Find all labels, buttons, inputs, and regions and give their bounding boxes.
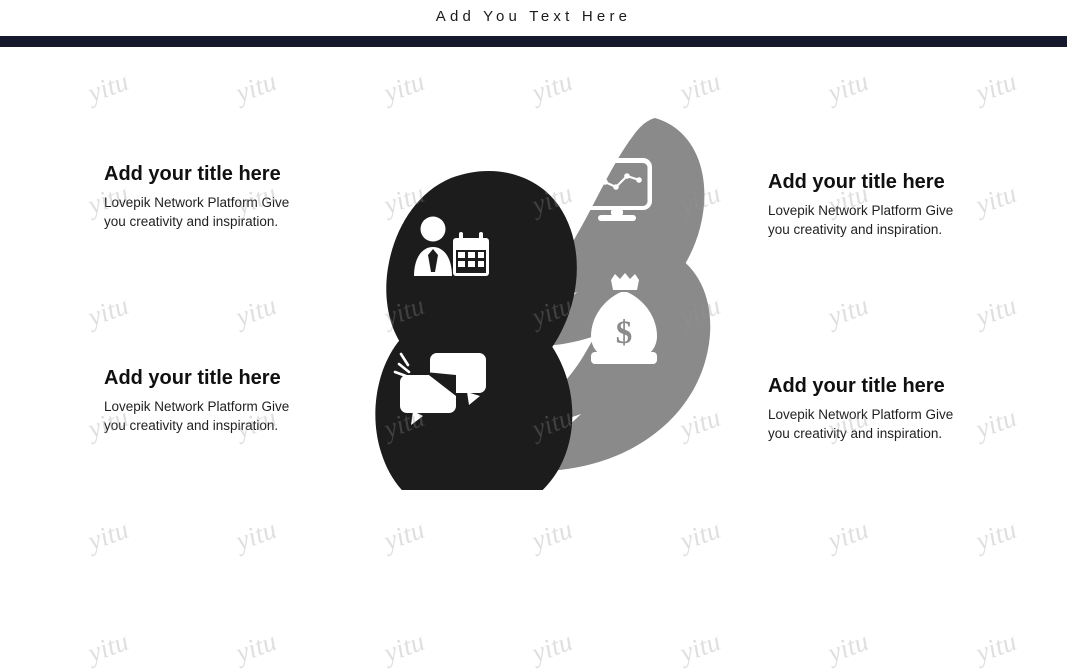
watermark-text: yitu	[971, 290, 1021, 333]
info-block-top-right: Add your title here Lovepik Network Plat…	[768, 171, 1038, 239]
block-body: Lovepik Network Platform Give you creati…	[104, 193, 374, 231]
watermark-text: yitu	[83, 514, 133, 557]
block-title: Add your title here	[768, 375, 945, 397]
header-divider-bar	[0, 36, 1067, 47]
block-body: Lovepik Network Platform Give you creati…	[768, 405, 1038, 443]
watermark-text: yitu	[83, 66, 133, 109]
watermark-text: yitu	[231, 626, 281, 669]
block-body: Lovepik Network Platform Give you creati…	[768, 201, 1038, 239]
block-body-line1: Lovepik Network Platform Give	[104, 195, 290, 210]
block-body-line2: you creativity and inspiration.	[768, 426, 943, 442]
block-body-line1: Lovepik Network Platform Give	[104, 399, 290, 414]
block-body: Lovepik Network Platform Give you creati…	[104, 397, 374, 435]
block-title: Add your title here	[104, 367, 281, 389]
watermark-text: yitu	[675, 514, 725, 557]
block-title: Add your title here	[768, 171, 945, 193]
watermark-text: yitu	[527, 626, 577, 669]
watermark-text: yitu	[231, 290, 281, 333]
block-body-line2: you creativity and inspiration.	[768, 222, 943, 238]
watermark-text: yitu	[823, 514, 873, 557]
block-title: Add your title here	[104, 163, 281, 185]
block-body-line2: you creativity and inspiration.	[104, 214, 279, 230]
watermark-text: yitu	[823, 626, 873, 669]
petal-diagram: $	[355, 100, 735, 490]
watermark-text: yitu	[379, 626, 429, 669]
block-body-line2: you creativity and inspiration.	[104, 418, 279, 434]
watermark-text: yitu	[823, 290, 873, 333]
watermark-text: yitu	[971, 66, 1021, 109]
watermark-text: yitu	[231, 514, 281, 557]
svg-text:$: $	[616, 315, 633, 351]
watermark-text: yitu	[675, 626, 725, 669]
watermark-text: yitu	[83, 290, 133, 333]
watermark-text: yitu	[527, 514, 577, 557]
info-block-bottom-right: Add your title here Lovepik Network Plat…	[768, 375, 1038, 443]
info-block-bottom-left: Add your title here Lovepik Network Plat…	[104, 367, 374, 435]
block-body-line1: Lovepik Network Platform Give	[768, 407, 954, 422]
watermark-text: yitu	[379, 514, 429, 557]
info-block-top-left: Add your title here Lovepik Network Plat…	[104, 163, 374, 231]
watermark-text: yitu	[971, 626, 1021, 669]
watermark-text: yitu	[231, 66, 281, 109]
watermark-text: yitu	[971, 514, 1021, 557]
watermark-text: yitu	[83, 626, 133, 669]
watermark-text: yitu	[823, 66, 873, 109]
block-body-line1: Lovepik Network Platform Give	[768, 203, 954, 218]
page-title: Add You Text Here	[435, 8, 632, 25]
